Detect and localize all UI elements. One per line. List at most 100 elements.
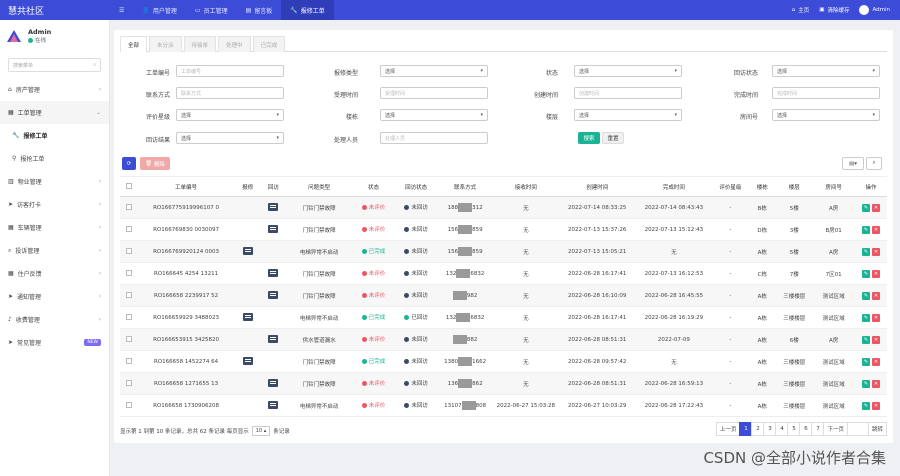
status-tab[interactable]: 已完成 bbox=[252, 36, 286, 52]
delete-icon[interactable]: ✕ bbox=[871, 291, 880, 300]
column-header[interactable]: 问题类型 bbox=[286, 176, 353, 197]
visit-cell[interactable] bbox=[260, 372, 287, 395]
sidebar-item[interactable]: ♪ 收费管理 ‹ bbox=[0, 308, 109, 331]
visit-cell[interactable] bbox=[260, 328, 287, 351]
menu-toggle-icon[interactable]: ☰ bbox=[110, 0, 133, 20]
edit-icon[interactable]: ✎ bbox=[861, 291, 870, 300]
sidebar-item[interactable]: ⌂ 房产管理 ‹ bbox=[0, 78, 109, 101]
delete-icon[interactable]: ✕ bbox=[871, 247, 880, 256]
edit-icon[interactable]: ✎ bbox=[861, 247, 870, 256]
user-menu[interactable]: Admin bbox=[859, 5, 890, 15]
row-checkbox[interactable] bbox=[120, 350, 138, 373]
repair-type-select[interactable]: 选择 bbox=[380, 65, 488, 77]
column-header[interactable]: 楼栋 bbox=[748, 176, 777, 197]
column-header[interactable]: 操作 bbox=[854, 176, 887, 197]
report-cell[interactable] bbox=[235, 240, 261, 263]
jump-button[interactable]: 跳转 bbox=[867, 422, 887, 436]
sidebar-item[interactable]: ⌕ 投诉管理 ‹ bbox=[0, 239, 109, 262]
column-header[interactable]: 楼层 bbox=[776, 176, 813, 197]
visit-cell[interactable] bbox=[260, 218, 287, 241]
column-header[interactable]: 回访状态 bbox=[394, 176, 438, 197]
column-header[interactable]: 创建时间 bbox=[558, 176, 636, 197]
edit-icon[interactable]: ✎ bbox=[861, 269, 870, 278]
delete-icon[interactable]: ✕ bbox=[871, 401, 880, 410]
next-page-button[interactable]: 下一页 bbox=[823, 422, 848, 436]
sidebar-search-input[interactable]: 搜索菜单 ⌕ bbox=[8, 58, 101, 72]
row-checkbox[interactable] bbox=[120, 240, 138, 263]
reset-button[interactable]: 重置 bbox=[602, 132, 624, 144]
edit-icon[interactable]: ✎ bbox=[861, 401, 870, 410]
order-no-input[interactable]: 工单编号 bbox=[176, 65, 284, 77]
row-checkbox[interactable] bbox=[120, 328, 138, 351]
visit-status-select[interactable]: 选择 bbox=[772, 65, 880, 77]
column-header[interactable]: 房间号 bbox=[812, 176, 855, 197]
sidebar-item[interactable]: 🔧 报修工单 bbox=[0, 124, 109, 147]
column-header[interactable]: 工单编号 bbox=[137, 176, 236, 197]
row-checkbox[interactable] bbox=[120, 394, 138, 417]
row-checkbox[interactable] bbox=[120, 284, 138, 307]
topnav-item[interactable]: 🔧 报修工单 bbox=[281, 0, 334, 20]
topnav-item[interactable]: 👤 用户管理 bbox=[133, 0, 186, 20]
sidebar-item[interactable]: ⚲ 报抢工单 bbox=[0, 147, 109, 170]
sidebar-item[interactable]: ▦ 工单管理 ⌄ bbox=[0, 101, 109, 124]
sidebar-item[interactable]: ▥ 物业管理 ‹ bbox=[0, 170, 109, 193]
topnav-item[interactable]: ▭ 员工管理 bbox=[186, 0, 237, 20]
report-cell[interactable] bbox=[235, 306, 261, 329]
search-button[interactable]: 搜索 bbox=[578, 132, 600, 144]
row-checkbox[interactable] bbox=[120, 372, 138, 395]
page-size-select[interactable]: 10 ▴ bbox=[251, 426, 271, 436]
status-tab[interactable]: 全部 bbox=[120, 36, 148, 52]
table-search-button[interactable]: ⌕ bbox=[866, 157, 882, 170]
edit-icon[interactable]: ✎ bbox=[861, 203, 870, 212]
visit-cell[interactable] bbox=[260, 196, 287, 219]
floor-select[interactable]: 选择 bbox=[574, 109, 682, 121]
visit-result-select[interactable]: 选择 bbox=[176, 132, 284, 144]
topnav-item[interactable]: ▤ 留言板 bbox=[237, 0, 282, 20]
page-jump-input[interactable] bbox=[846, 422, 869, 436]
home-link[interactable]: ⌂ 主页 bbox=[792, 6, 810, 14]
column-header[interactable]: 评价星级 bbox=[712, 176, 749, 197]
clear-cache-link[interactable]: ▣ 清除缓存 bbox=[819, 6, 849, 14]
edit-icon[interactable]: ✎ bbox=[861, 225, 870, 234]
sidebar-item[interactable]: ➤ 访客打卡 ‹ bbox=[0, 193, 109, 216]
delete-icon[interactable]: ✕ bbox=[871, 379, 880, 388]
visit-cell[interactable] bbox=[260, 284, 287, 307]
column-header[interactable]: 接收时间 bbox=[492, 176, 559, 197]
building-select[interactable]: 选择 bbox=[380, 109, 488, 121]
delete-icon[interactable]: ✕ bbox=[871, 335, 880, 344]
report-cell[interactable] bbox=[235, 350, 261, 373]
row-checkbox[interactable] bbox=[120, 218, 138, 241]
row-checkbox[interactable] bbox=[120, 196, 138, 219]
prev-page-button[interactable]: 上一页 bbox=[715, 422, 741, 436]
sidebar-item[interactable]: ▦ 车辆管理 ‹ bbox=[0, 216, 109, 239]
delete-icon[interactable]: ✕ bbox=[871, 313, 880, 322]
status-tab[interactable]: 未分派 bbox=[149, 36, 182, 52]
accept-time-input[interactable]: 受理时间 bbox=[380, 87, 488, 99]
contact-input[interactable]: 联系方式 bbox=[176, 87, 284, 99]
finish-time-input[interactable]: 完成时间 bbox=[772, 87, 880, 99]
columns-toggle-button[interactable]: ▤▾ bbox=[842, 157, 864, 170]
column-header[interactable]: 回访 bbox=[260, 176, 287, 197]
row-checkbox[interactable] bbox=[120, 262, 138, 285]
delete-icon[interactable]: ✕ bbox=[871, 269, 880, 278]
edit-icon[interactable]: ✎ bbox=[861, 335, 870, 344]
column-header[interactable]: 状态 bbox=[352, 176, 395, 197]
visit-cell[interactable] bbox=[260, 394, 287, 417]
handler-input[interactable]: 处理人员 bbox=[380, 132, 488, 144]
delete-button[interactable]: 🗑 删除 bbox=[140, 157, 170, 170]
visit-cell[interactable] bbox=[260, 262, 287, 285]
sidebar-item[interactable]: ▦ 住户反馈 ‹ bbox=[0, 262, 109, 285]
room-select[interactable]: 选择 bbox=[772, 109, 880, 121]
create-time-input[interactable]: 创建时间 bbox=[574, 87, 682, 99]
status-tab[interactable]: 待接单 bbox=[183, 36, 217, 52]
delete-icon[interactable]: ✕ bbox=[871, 225, 880, 234]
sidebar-item[interactable]: ➤ 常见管理 NEW bbox=[0, 331, 109, 354]
edit-icon[interactable]: ✎ bbox=[861, 379, 870, 388]
rating-select[interactable]: 选择 bbox=[176, 109, 284, 121]
status-select[interactable]: 选择 bbox=[574, 65, 682, 77]
delete-icon[interactable]: ✕ bbox=[871, 203, 880, 212]
status-tab[interactable]: 处理中 bbox=[218, 36, 251, 52]
edit-icon[interactable]: ✎ bbox=[861, 357, 870, 366]
edit-icon[interactable]: ✎ bbox=[861, 313, 870, 322]
refresh-button[interactable]: ⟳ bbox=[122, 157, 136, 170]
